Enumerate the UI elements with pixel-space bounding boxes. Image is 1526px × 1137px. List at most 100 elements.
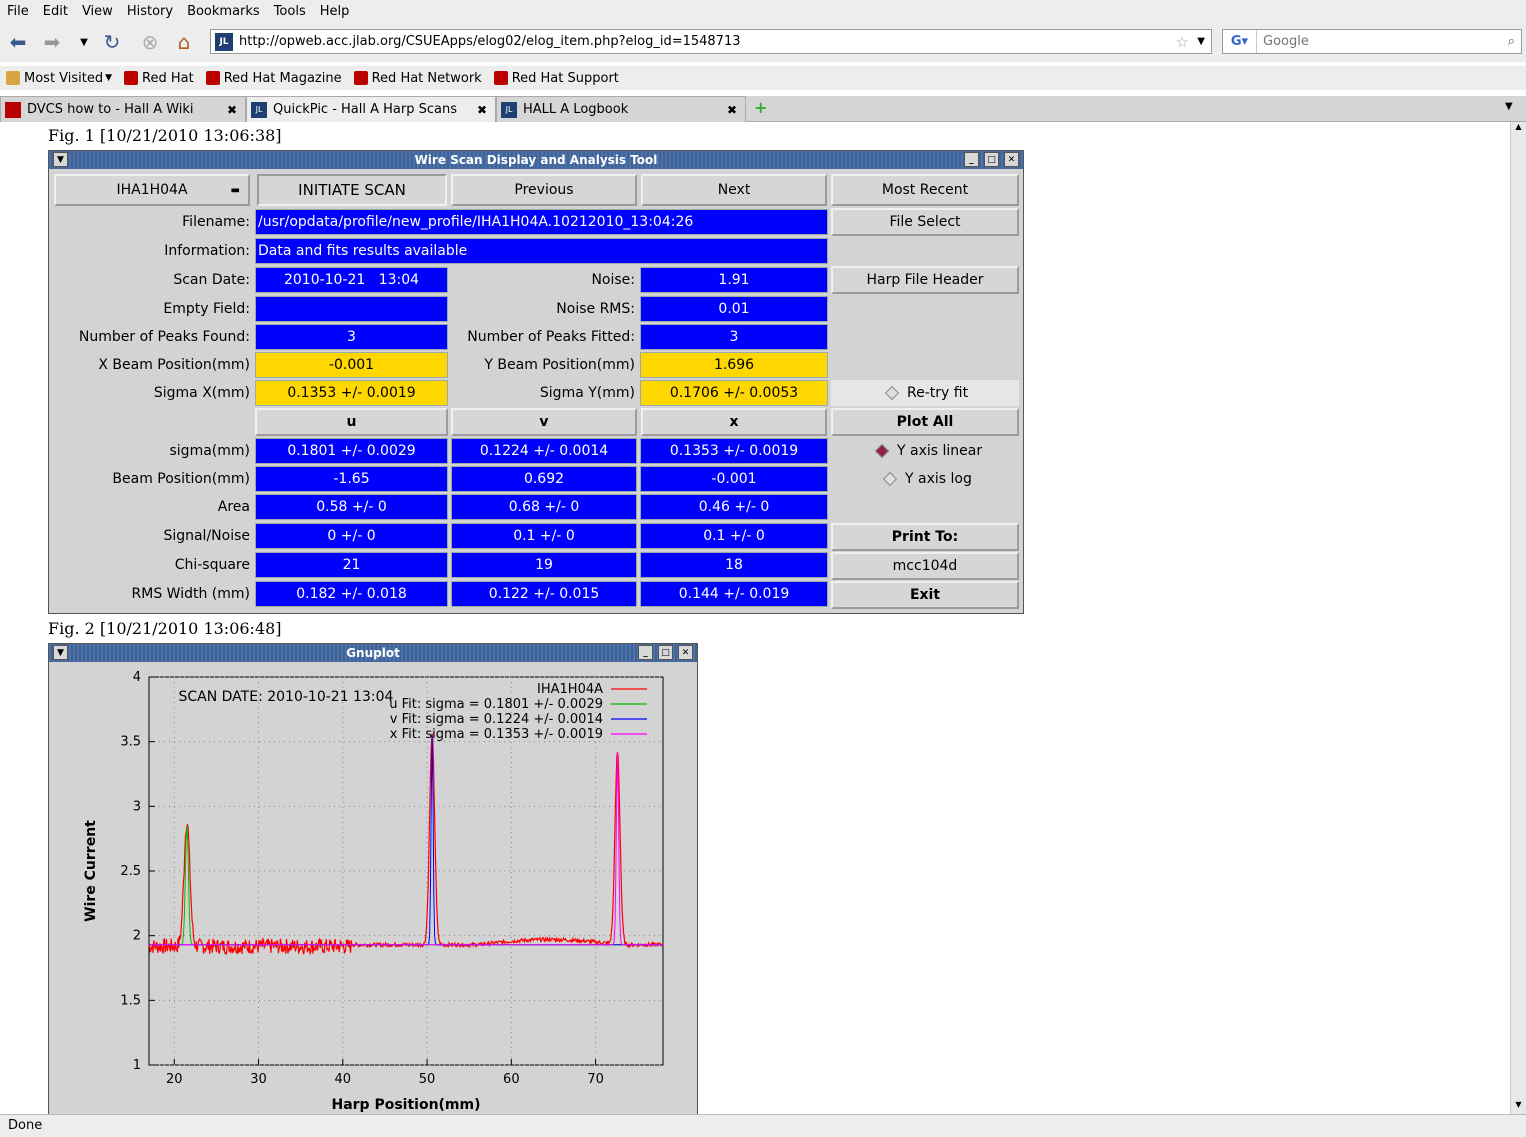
close-icon[interactable]: ✕ [678,645,693,660]
window-title: Wire Scan Display and Analysis Tool [414,153,658,167]
search-icon[interactable]: ⌕ [1508,34,1515,49]
window-menu-icon[interactable]: ▼ [53,645,68,660]
scroll-up-icon[interactable]: ▲ [1511,122,1526,136]
previous-button[interactable]: Previous [451,174,637,206]
initiate-scan-button[interactable]: INITIATE SCAN [257,174,447,206]
menu-file[interactable]: File [0,4,36,19]
status-bar: Done [0,1114,1526,1137]
noise-rms-field: 0.01 [640,296,828,322]
jlab-favicon-icon: JL [251,101,267,118]
window-title: Gnuplot [346,646,400,660]
back-icon[interactable]: ⬅ [4,28,32,56]
noise-field: 1.91 [640,267,828,293]
x-value: 0.1 +/- 0 [640,523,828,549]
sigma-y-field: 0.1706 +/- 0.0053 [640,380,828,406]
url-text[interactable]: http://opweb.acc.jlab.org/CSUEApps/elog0… [239,34,741,49]
y-axis-label: Wire Current [83,820,99,922]
retry-fit-checkbox[interactable]: Re-try fit [831,380,1019,406]
x-tick-label: 70 [587,1072,604,1087]
bookmark-label: Red Hat Support [511,70,619,86]
y-beam-position-field: 1.696 [640,352,828,378]
close-icon[interactable]: ✖ [477,103,487,117]
tab-quickpic[interactable]: JL QuickPic - Hall A Harp Scans ✖ [246,96,496,122]
device-selector[interactable]: IHA1H04A ▬ [54,174,250,206]
search-input[interactable] [1263,34,1493,49]
print-to-button[interactable]: Print To: [831,523,1019,551]
v-value: 0.1 +/- 0 [451,523,637,549]
next-button[interactable]: Next [641,174,827,206]
menu-edit[interactable]: Edit [36,4,75,19]
v-value: 0.68 +/- 0 [451,494,637,520]
tab-hall-a-logbook[interactable]: JL HALL A Logbook ✖ [496,96,746,122]
printer-field[interactable]: mcc104d [831,552,1019,580]
sigma-x-field: 0.1353 +/- 0.0019 [255,380,448,406]
chevron-down-icon: ▼ [105,73,113,83]
window-menu-icon[interactable]: ▼ [53,152,68,167]
bookmark-red-hat-support[interactable]: Red Hat Support [493,70,619,86]
x-tick-label: 40 [335,1072,352,1087]
v-value: 19 [451,552,637,578]
noise-rms-label: Noise RMS: [556,301,635,317]
home-icon[interactable]: ⌂ [170,28,198,56]
new-tab-icon[interactable]: + [754,98,767,117]
close-icon[interactable]: ✕ [1004,152,1019,167]
y-tick-label: 2 [133,929,141,944]
close-icon[interactable]: ✖ [227,103,237,117]
plot-all-button[interactable]: Plot All [831,408,1019,436]
menu-history[interactable]: History [120,4,180,19]
bookmark-red-hat-network[interactable]: Red Hat Network [353,70,482,86]
bookmark-label: Red Hat Magazine [223,70,342,86]
bookmark-red-hat-magazine[interactable]: Red Hat Magazine [205,70,342,86]
harp-file-header-button[interactable]: Harp File Header [831,266,1019,294]
search-bar[interactable]: G▾ ⌕ [1222,29,1522,54]
bookmark-most-visited[interactable]: Most Visited ▼ [6,71,112,86]
minimize-icon[interactable]: _ [964,152,979,167]
exit-button[interactable]: Exit [831,581,1019,609]
stop-icon[interactable]: ⊗ [136,28,164,56]
most-recent-button[interactable]: Most Recent [831,174,1019,206]
jlab-favicon-icon: JL [501,101,517,118]
noise-label: Noise: [591,272,635,288]
tab-label: DVCS how to - Hall A Wiki [27,102,194,117]
column-x-button[interactable]: x [641,408,827,436]
scroll-down-icon[interactable]: ▼ [1511,1100,1526,1114]
maximize-icon[interactable]: □ [984,152,999,167]
reload-icon[interactable]: ↻ [98,28,126,56]
empty-field [255,296,448,322]
y-tick-label: 3.5 [120,735,141,750]
u-value: 0 +/- 0 [255,523,448,549]
bookmark-label: Red Hat Network [371,70,482,86]
tab-dvcs-wiki[interactable]: DVCS how to - Hall A Wiki ✖ [0,96,246,122]
x-value: -0.001 [640,466,828,492]
u-value: 0.182 +/- 0.018 [255,581,448,607]
y-axis-linear-radio[interactable]: Y axis linear [831,438,1019,464]
forward-icon[interactable]: ➡ [38,28,66,56]
bookmark-star-icon[interactable]: ☆ [1176,33,1189,51]
search-engine-icon[interactable]: G▾ [1223,30,1257,53]
x-tick-label: 30 [250,1072,267,1087]
close-icon[interactable]: ✖ [727,103,737,117]
legend-label: v Fit: sigma = 0.1224 +/- 0.0014 [390,712,603,727]
menu-bookmarks[interactable]: Bookmarks [180,4,267,19]
history-dropdown-icon[interactable]: ▼ [70,28,98,56]
minimize-icon[interactable]: _ [638,645,653,660]
menu-view[interactable]: View [75,4,120,19]
tab-list-icon[interactable]: ▼ [1505,101,1513,112]
bookmark-red-hat[interactable]: Red Hat [124,71,194,86]
url-bar[interactable]: JL http://opweb.acc.jlab.org/CSUEApps/el… [210,29,1212,54]
window-titlebar: ▼ Wire Scan Display and Analysis Tool _ … [49,151,1023,169]
url-dropdown-icon[interactable]: ▼ [1197,36,1205,47]
peaks-found-label: Number of Peaks Found: [78,329,250,345]
peaks-fitted-field: 3 [640,324,828,350]
menu-tools[interactable]: Tools [267,4,313,19]
filename-field[interactable]: /usr/opdata/profile/new_profile/IHA1H04A… [255,209,828,235]
column-u-button[interactable]: u [255,408,448,436]
maximize-icon[interactable]: □ [658,645,673,660]
y-axis-log-radio[interactable]: Y axis log [831,466,1019,492]
column-v-button[interactable]: v [451,408,637,436]
menu-help[interactable]: Help [313,4,357,19]
file-select-button[interactable]: File Select [831,208,1019,236]
bookmark-label: Most Visited [24,70,104,86]
wiki-favicon-icon [5,101,21,118]
vertical-scrollbar[interactable]: ▲ ▼ [1510,122,1526,1114]
